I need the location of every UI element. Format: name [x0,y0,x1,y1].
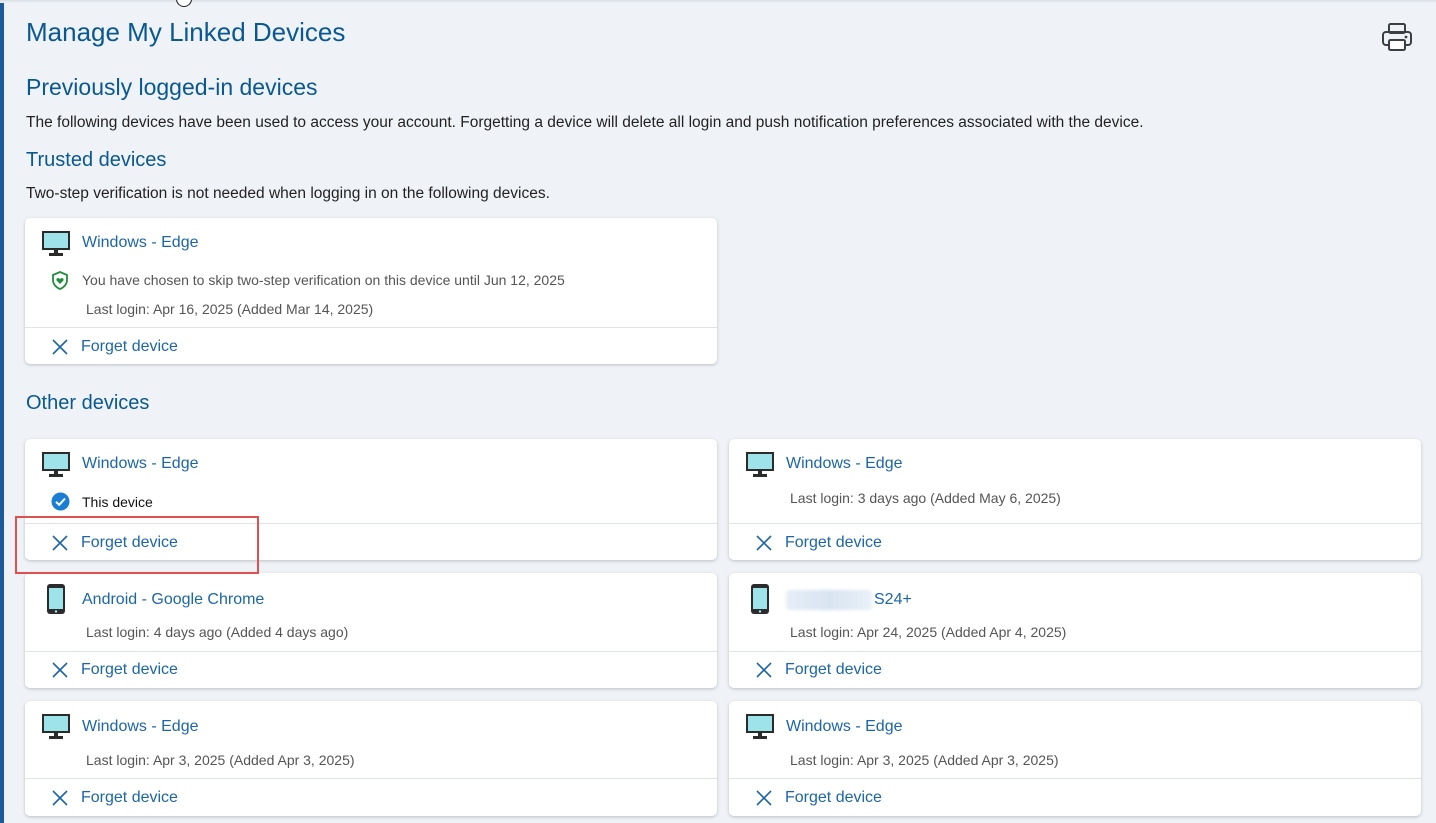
other-device-card: Windows - Edge Last login: 3 days ago (A… [729,439,1421,560]
card-divider [729,778,1421,779]
printer-icon[interactable] [1380,20,1414,54]
check-circle-icon [51,492,70,516]
card-divider [25,523,717,524]
forget-device-button[interactable]: Forget device [755,534,882,552]
page-title: Manage My Linked Devices [26,17,346,47]
trusted-devices-heading: Trusted devices [26,149,167,171]
previous-devices-heading: Previously logged-in devices [26,74,318,100]
monitor-icon [42,231,70,262]
phone-icon [46,583,66,620]
device-name-link[interactable]: Windows - Edge [82,718,199,736]
close-icon [756,535,772,551]
other-devices-heading: Other devices [26,392,150,414]
last-login-text: Last login: 3 days ago (Added May 6, 202… [790,490,1061,506]
redacted-text [786,590,872,610]
device-name-link[interactable]: Windows - Edge [786,455,903,473]
close-icon [52,662,68,678]
forget-device-label: Forget device [785,789,882,806]
close-icon [52,535,68,551]
left-accent-stripe [0,0,4,823]
close-icon [52,790,68,806]
last-login-text: Last login: Apr 24, 2025 (Added Apr 4, 2… [790,624,1067,640]
forget-device-button[interactable]: Forget device [755,661,882,679]
card-divider [25,651,717,652]
monitor-icon [746,452,774,483]
shield-heart-icon [51,271,69,295]
other-device-card: S24+ Last login: Apr 24, 2025 (Added Apr… [729,573,1421,688]
forget-device-label: Forget device [81,534,178,551]
other-device-card: Windows - Edge This device Forget device [25,439,717,560]
top-shadow [0,0,1436,3]
card-divider [729,651,1421,652]
device-name-link[interactable]: Windows - Edge [786,718,903,736]
phone-icon [750,583,770,620]
forget-device-label: Forget device [81,661,178,678]
trusted-device-card: Windows - Edge You have chosen to skip t… [25,218,717,364]
other-device-card: Windows - Edge Last login: Apr 3, 2025 (… [25,701,717,816]
forget-device-button[interactable]: Forget device [51,661,178,679]
last-login-text: Last login: 4 days ago (Added 4 days ago… [86,624,349,640]
mouse-cursor-icon [176,0,192,7]
close-icon [756,790,772,806]
previous-devices-description: The following devices have been used to … [26,114,1144,131]
trusted-devices-description: Two-step verification is not needed when… [26,185,550,202]
device-name-link[interactable]: Windows - Edge [82,455,199,473]
forget-device-button[interactable]: Forget device [51,534,178,552]
device-name-link[interactable]: S24+ [786,590,912,610]
monitor-icon [746,714,774,745]
card-divider [729,523,1421,524]
forget-device-button[interactable]: Forget device [51,338,178,356]
forget-device-button[interactable]: Forget device [51,789,178,807]
close-icon [756,662,772,678]
monitor-icon [42,714,70,745]
device-name-link[interactable]: Windows - Edge [82,234,199,252]
forget-device-label: Forget device [785,661,882,678]
device-name-link[interactable]: Android - Google Chrome [82,591,264,609]
forget-device-label: Forget device [81,338,178,355]
other-device-card: Windows - Edge Last login: Apr 3, 2025 (… [729,701,1421,816]
last-login-text: Last login: Apr 16, 2025 (Added Mar 14, … [86,301,374,317]
device-model-text: S24+ [874,591,912,609]
other-device-card: Android - Google Chrome Last login: 4 da… [25,573,717,688]
forget-device-label: Forget device [785,534,882,551]
forget-device-button[interactable]: Forget device [755,789,882,807]
card-divider [25,327,717,328]
skip-verification-status: You have chosen to skip two-step verific… [82,272,565,288]
last-login-text: Last login: Apr 3, 2025 (Added Apr 3, 20… [790,752,1059,768]
card-divider [25,778,717,779]
close-icon [52,339,68,355]
last-login-text: Last login: Apr 3, 2025 (Added Apr 3, 20… [86,752,355,768]
forget-device-label: Forget device [81,789,178,806]
this-device-label: This device [82,494,153,510]
monitor-icon [42,452,70,483]
